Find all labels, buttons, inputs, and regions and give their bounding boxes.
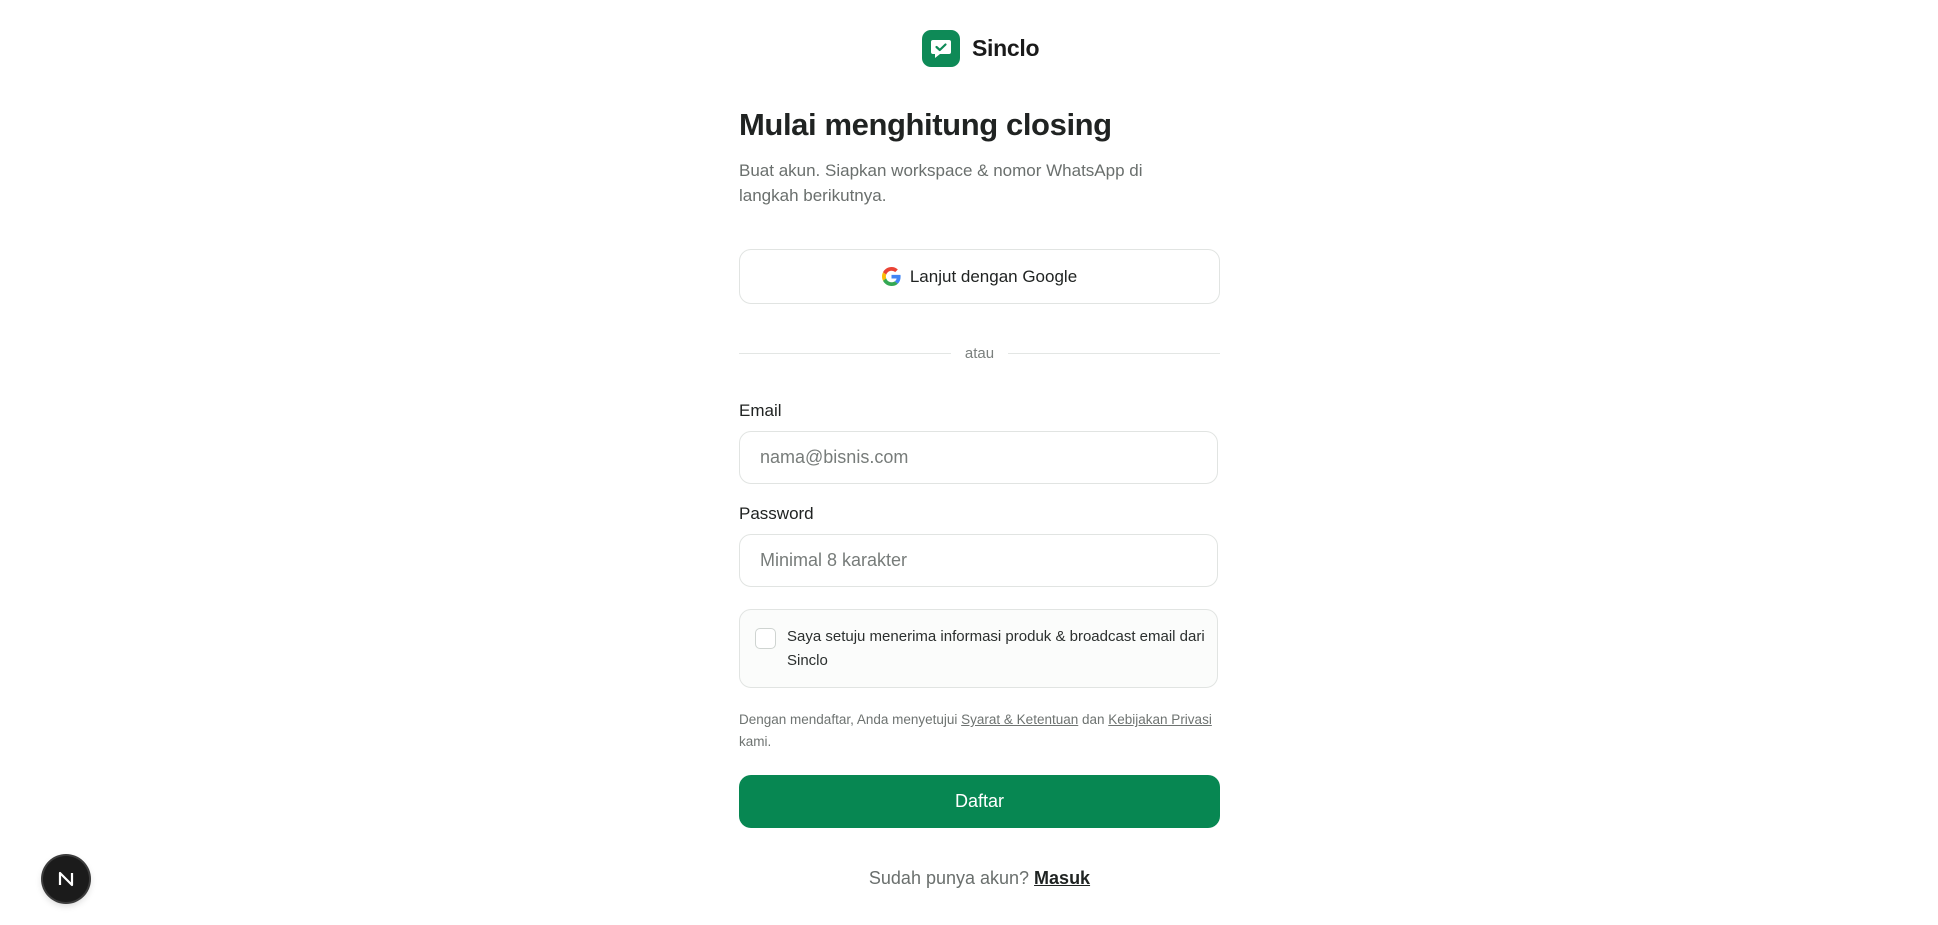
nextjs-dev-badge[interactable] <box>43 856 89 902</box>
divider-line-left <box>739 352 951 354</box>
divider-text: atau <box>964 344 995 362</box>
or-divider: atau <box>739 343 1221 363</box>
terms-link[interactable]: Syarat & Ketentuan <box>961 712 1078 727</box>
signin-prompt: Sudah punya akun? Masuk <box>739 868 1220 889</box>
google-signin-button[interactable]: Lanjut dengan Google <box>739 249 1220 304</box>
signup-page: Sinclo Mulai menghitung closing Buat aku… <box>0 0 1938 925</box>
signin-link[interactable]: Masuk <box>1034 868 1090 888</box>
brand-name: Sinclo <box>972 35 1040 61</box>
google-button-label: Lanjut dengan Google <box>909 266 1078 286</box>
consent-text[interactable]: Saya setuju menerima informasi produk & … <box>787 625 1207 673</box>
email-field[interactable] <box>739 431 1218 484</box>
nextjs-icon <box>56 869 76 889</box>
page-title: Mulai menghitung closing <box>739 107 1112 142</box>
signin-prompt-text: Sudah punya akun? <box>868 868 1035 888</box>
legal-suffix: kami. <box>739 734 772 749</box>
legal-prefix: Dengan mendaftar, Anda menyetujui <box>739 712 962 727</box>
brand-header: Sinclo <box>922 30 1040 67</box>
password-label: Password <box>739 504 814 523</box>
legal-notice: Dengan mendaftar, Anda menyetujui Syarat… <box>739 709 1220 753</box>
chat-check-logo-icon <box>922 30 960 67</box>
legal-middle: dan <box>1078 712 1109 727</box>
page-subtitle: Buat akun. Siapkan workspace & nomor Wha… <box>739 161 1143 205</box>
consent-box: Saya setuju menerima informasi produk & … <box>739 609 1218 688</box>
privacy-link[interactable]: Kebijakan Privasi <box>1108 712 1212 727</box>
consent-checkbox[interactable] <box>755 628 776 649</box>
password-field[interactable] <box>739 534 1218 587</box>
register-button[interactable]: Daftar <box>739 775 1220 828</box>
google-icon <box>881 267 901 286</box>
divider-line-right <box>1008 352 1221 354</box>
email-label: Email <box>739 401 782 420</box>
